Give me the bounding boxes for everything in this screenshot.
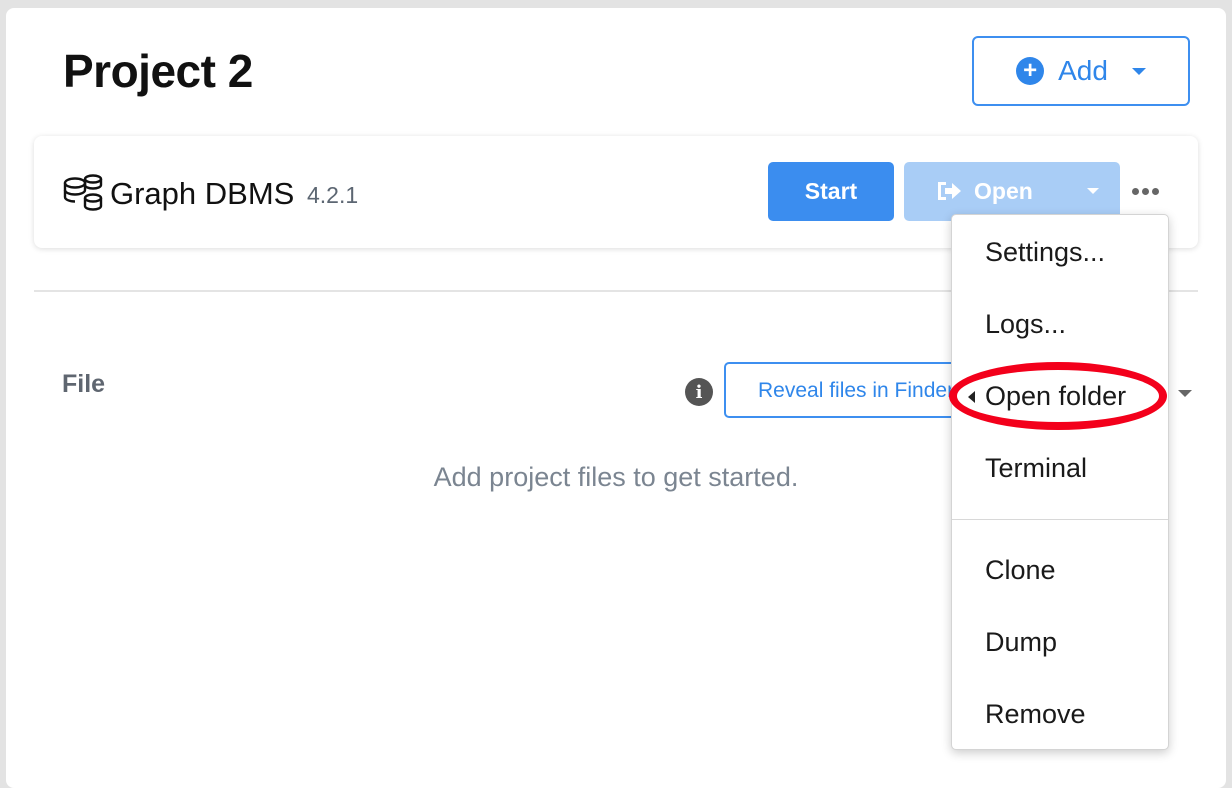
add-button[interactable]: + Add [972, 36, 1190, 106]
plus-circle-icon: + [1016, 57, 1045, 85]
menu-divider [952, 519, 1168, 520]
page-title: Project 2 [63, 45, 253, 97]
open-button[interactable]: Open [904, 162, 1120, 221]
chevron-down-icon[interactable] [1087, 188, 1099, 194]
info-icon[interactable]: i [685, 378, 713, 406]
dot [1132, 188, 1139, 195]
database-stack-icon [63, 174, 103, 211]
files-heading: File [62, 370, 106, 398]
menu-item-dump[interactable]: Dump [985, 627, 1057, 658]
menu-item-terminal[interactable]: Terminal [985, 453, 1087, 484]
dot [1152, 188, 1159, 195]
dbms-version: 4.2.1 [307, 182, 359, 208]
menu-item-open-folder[interactable]: Open folder [985, 381, 1126, 412]
menu-item-remove[interactable]: Remove [985, 699, 1086, 730]
menu-item-logs[interactable]: Logs... [985, 309, 1066, 340]
menu-item-clone[interactable]: Clone [985, 555, 1056, 586]
submenu-arrow-icon [968, 391, 975, 403]
sign-in-icon [938, 182, 961, 200]
dbms-name: Graph DBMS [110, 176, 295, 211]
menu-item-settings[interactable]: Settings... [985, 237, 1105, 268]
dot [1142, 188, 1149, 195]
start-button[interactable]: Start [768, 162, 894, 221]
open-button-label: Open [974, 178, 1033, 204]
chevron-down-icon [1131, 67, 1146, 75]
dbms-actions-menu: Settings... Logs... Open folder Terminal… [951, 214, 1169, 750]
add-button-label: Add [1058, 55, 1108, 86]
chevron-down-icon[interactable] [1178, 390, 1192, 397]
more-options-icon[interactable] [1132, 188, 1159, 195]
